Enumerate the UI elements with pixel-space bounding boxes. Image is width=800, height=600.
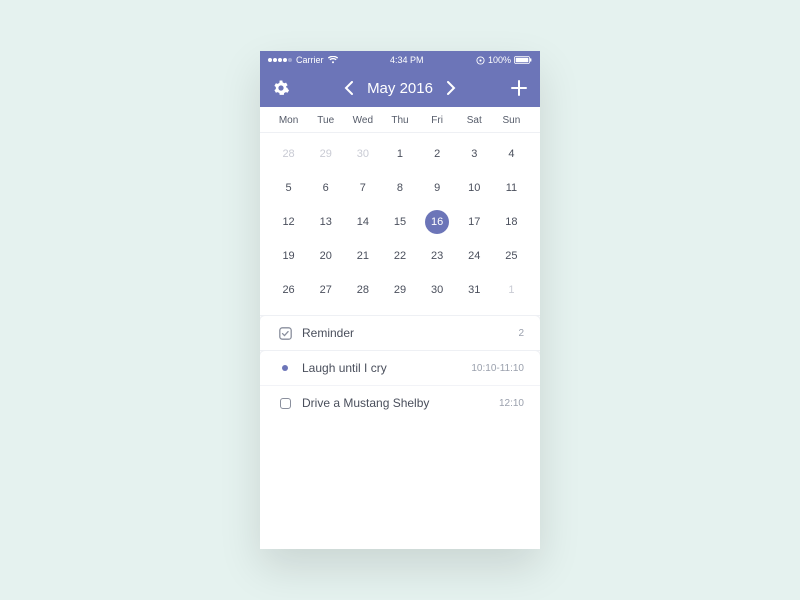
day-cell[interactable]: 15	[381, 205, 418, 239]
day-cell[interactable]: 11	[493, 171, 530, 205]
day-cell[interactable]: 5	[270, 171, 307, 205]
weekday-label: Mon	[270, 115, 307, 126]
day-cell[interactable]: 1	[381, 137, 418, 171]
app-header: May 2016	[260, 69, 540, 107]
event-time: 10:10-11:10	[471, 363, 524, 374]
calendar-app: Carrier 4:34 PM 100% May 2016	[260, 51, 540, 549]
plus-icon	[510, 79, 528, 97]
calendar-grid: 2829301234567891011121314151617181920212…	[260, 133, 540, 315]
day-cell[interactable]: 21	[344, 239, 381, 273]
day-cell[interactable]: 10	[456, 171, 493, 205]
day-cell[interactable]: 4	[493, 137, 530, 171]
day-cell[interactable]: 29	[307, 137, 344, 171]
gear-icon	[272, 79, 290, 97]
day-cell[interactable]: 8	[381, 171, 418, 205]
wifi-icon	[328, 56, 338, 64]
day-cell[interactable]: 20	[307, 239, 344, 273]
weekday-label: Wed	[344, 115, 381, 126]
day-cell[interactable]: 28	[270, 137, 307, 171]
reminder-section[interactable]: Reminder 2	[260, 315, 540, 350]
day-cell[interactable]: 16	[419, 205, 456, 239]
orientation-lock-icon	[476, 56, 485, 65]
weekday-label: Fri	[419, 115, 456, 126]
day-cell[interactable]: 12	[270, 205, 307, 239]
day-cell[interactable]: 25	[493, 239, 530, 273]
event-dot-icon	[276, 365, 294, 371]
day-cell[interactable]: 24	[456, 239, 493, 273]
battery-label: 100%	[488, 55, 511, 65]
events-section: Laugh until I cry10:10-11:10Drive a Must…	[260, 350, 540, 420]
day-cell[interactable]: 22	[381, 239, 418, 273]
event-row[interactable]: Laugh until I cry10:10-11:10	[260, 351, 540, 385]
day-cell[interactable]: 26	[270, 273, 307, 307]
event-time: 12:10	[499, 398, 524, 409]
event-title: Laugh until I cry	[302, 361, 471, 375]
weekday-label: Thu	[381, 115, 418, 126]
chevron-left-icon	[344, 81, 353, 95]
day-cell[interactable]: 30	[344, 137, 381, 171]
battery-icon	[514, 56, 532, 64]
checkbox-empty-icon	[276, 398, 294, 409]
weekday-label: Tue	[307, 115, 344, 126]
day-cell[interactable]: 3	[456, 137, 493, 171]
day-cell[interactable]: 18	[493, 205, 530, 239]
day-cell[interactable]: 17	[456, 205, 493, 239]
day-cell[interactable]: 19	[270, 239, 307, 273]
event-row[interactable]: Drive a Mustang Shelby12:10	[260, 385, 540, 420]
weekday-row: MonTueWedThuFriSatSun	[260, 107, 540, 133]
reminder-label: Reminder	[302, 326, 518, 340]
day-cell[interactable]: 30	[419, 273, 456, 307]
next-month-button[interactable]	[447, 81, 456, 95]
day-cell[interactable]: 14	[344, 205, 381, 239]
day-cell[interactable]: 6	[307, 171, 344, 205]
day-cell[interactable]: 13	[307, 205, 344, 239]
weekday-label: Sat	[456, 115, 493, 126]
add-event-button[interactable]	[510, 79, 528, 97]
prev-month-button[interactable]	[344, 81, 353, 95]
event-title: Drive a Mustang Shelby	[302, 396, 499, 410]
day-cell[interactable]: 27	[307, 273, 344, 307]
status-bar: Carrier 4:34 PM 100%	[260, 51, 540, 69]
day-cell[interactable]: 29	[381, 273, 418, 307]
carrier-label: Carrier	[296, 55, 324, 65]
signal-dots-icon	[268, 58, 292, 62]
check-square-icon	[276, 327, 294, 340]
weekday-label: Sun	[493, 115, 530, 126]
reminder-count: 2	[518, 328, 524, 339]
chevron-right-icon	[447, 81, 456, 95]
day-cell[interactable]: 2	[419, 137, 456, 171]
status-time: 4:34 PM	[338, 55, 476, 65]
month-title[interactable]: May 2016	[367, 80, 433, 97]
settings-button[interactable]	[272, 79, 290, 97]
day-cell[interactable]: 31	[456, 273, 493, 307]
day-cell[interactable]: 23	[419, 239, 456, 273]
day-cell[interactable]: 28	[344, 273, 381, 307]
day-cell[interactable]: 7	[344, 171, 381, 205]
day-cell[interactable]: 9	[419, 171, 456, 205]
day-cell[interactable]: 1	[493, 273, 530, 307]
